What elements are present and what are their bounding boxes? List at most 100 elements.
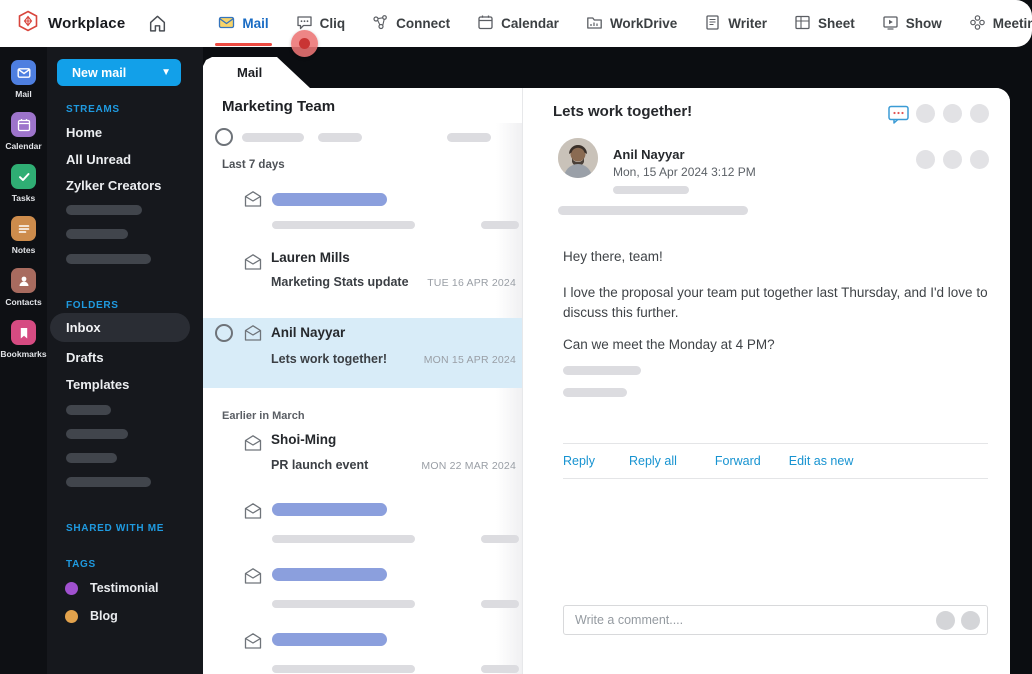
skeleton-bar bbox=[66, 254, 151, 264]
brand-name: Workplace bbox=[48, 15, 126, 32]
rail-item-bookmarks[interactable]: Bookmarks bbox=[0, 320, 47, 359]
message-action-button[interactable] bbox=[916, 104, 935, 123]
chevron-down-icon[interactable]: ▼ bbox=[161, 67, 171, 78]
message-action-button[interactable] bbox=[916, 150, 935, 169]
primary-nav: Mail Cliq Connect Calendar WorkDrive Wri… bbox=[215, 0, 1032, 47]
writer-icon bbox=[704, 14, 721, 34]
mail-sender: Anil Nayyar bbox=[271, 325, 346, 340]
skeleton-bar bbox=[272, 221, 415, 229]
mail-date: MON 22 MAR 2024 bbox=[421, 460, 516, 472]
shared-with-me-section-title[interactable]: SHARED WITH ME bbox=[66, 523, 164, 534]
rail-item-tasks[interactable]: Tasks bbox=[11, 164, 36, 203]
envelope-icon bbox=[243, 433, 263, 453]
skeleton-bar bbox=[272, 665, 415, 673]
skeleton-bar bbox=[66, 405, 111, 415]
rail-tasks-icon bbox=[11, 164, 36, 189]
sidebar-item-drafts[interactable]: Drafts bbox=[66, 350, 104, 365]
list-group-label: Earlier in March bbox=[222, 410, 305, 422]
workplace-brand[interactable]: Workplace bbox=[16, 9, 125, 38]
comment-input[interactable] bbox=[575, 606, 875, 634]
skeleton-bar bbox=[318, 133, 362, 142]
nav-connect[interactable]: Connect bbox=[372, 0, 450, 47]
skeleton-bar bbox=[66, 229, 128, 239]
list-title: Marketing Team bbox=[222, 98, 336, 115]
reply-button[interactable]: Reply bbox=[563, 454, 595, 468]
workplace-logo-icon bbox=[16, 9, 40, 38]
skeleton-bar bbox=[563, 388, 627, 397]
skeleton-bar bbox=[66, 477, 151, 487]
app-rail: Mail Calendar Tasks Notes Contacts Bookm… bbox=[0, 47, 47, 674]
message-body-paragraph: Can we meet the Monday at 4 PM? bbox=[563, 337, 775, 352]
mail-subject: Marketing Stats update bbox=[271, 275, 409, 289]
envelope-icon bbox=[243, 566, 263, 586]
nav-mail[interactable]: Mail bbox=[215, 0, 272, 47]
tags-section-title: TAGS bbox=[66, 559, 96, 570]
tab-mail[interactable]: Mail bbox=[203, 57, 310, 88]
comment-box bbox=[563, 605, 988, 635]
home-icon[interactable] bbox=[147, 13, 168, 34]
message-body-paragraph: Hey there, team! bbox=[563, 249, 663, 264]
new-mail-button[interactable]: New mail ▼ bbox=[57, 59, 181, 86]
rail-bookmarks-icon bbox=[11, 320, 36, 345]
folders-section-title: FOLDERS bbox=[66, 300, 119, 311]
skeleton-bar bbox=[481, 221, 519, 229]
skeleton-bar bbox=[242, 133, 304, 142]
edit-as-new-button[interactable]: Edit as new bbox=[789, 454, 854, 468]
message-actions: Reply Reply all Forward Edit as new bbox=[563, 454, 853, 468]
skeleton-bar bbox=[66, 453, 117, 463]
mail-select-radio[interactable] bbox=[215, 324, 233, 342]
message-datetime: Mon, 15 Apr 2024 3:12 PM bbox=[613, 165, 756, 179]
envelope-icon bbox=[243, 189, 263, 209]
sidebar-item-inbox[interactable]: Inbox bbox=[50, 313, 190, 342]
select-all-radio[interactable] bbox=[215, 128, 233, 146]
skeleton-bar bbox=[272, 535, 415, 543]
nav-writer[interactable]: Writer bbox=[704, 0, 767, 47]
nav-sheet[interactable]: Sheet bbox=[794, 0, 855, 47]
tag-testimonial[interactable]: Testimonial bbox=[65, 581, 159, 595]
reply-all-button[interactable]: Reply all bbox=[629, 454, 677, 468]
message-action-button[interactable] bbox=[970, 150, 989, 169]
skeleton-bar bbox=[613, 186, 689, 194]
skeleton-bar bbox=[66, 429, 128, 439]
mail-subject: PR launch event bbox=[271, 458, 369, 472]
nav-calendar[interactable]: Calendar bbox=[477, 0, 559, 47]
list-group-label: Last 7 days bbox=[222, 159, 285, 171]
skeleton-bar bbox=[481, 665, 519, 673]
nav-show[interactable]: Show bbox=[882, 0, 942, 47]
message-action-button[interactable] bbox=[943, 104, 962, 123]
comment-attach-button[interactable] bbox=[936, 611, 955, 630]
sidebar-item-templates[interactable]: Templates bbox=[66, 377, 129, 392]
sidebar-item-home[interactable]: Home bbox=[66, 125, 102, 140]
mail-icon bbox=[218, 14, 235, 34]
skeleton-bar bbox=[563, 366, 641, 375]
nav-workdrive[interactable]: WorkDrive bbox=[586, 0, 677, 47]
rail-contacts-icon bbox=[11, 268, 36, 293]
nav-meeting[interactable]: Meeting bbox=[969, 0, 1032, 47]
mail-list-pane: Marketing Team Last 7 days Lauren Mills … bbox=[203, 88, 523, 674]
skeleton-bar bbox=[558, 206, 748, 215]
mail-subject: Lets work together! bbox=[271, 352, 387, 366]
rail-item-calendar[interactable]: Calendar bbox=[5, 112, 42, 151]
comment-send-button[interactable] bbox=[961, 611, 980, 630]
rail-item-notes[interactable]: Notes bbox=[11, 216, 36, 255]
message-subject: Lets work together! bbox=[553, 103, 693, 120]
mail-sender: Lauren Mills bbox=[271, 250, 350, 265]
message-body-paragraph: I love the proposal your team put togeth… bbox=[563, 285, 988, 320]
mail-date: TUE 16 APR 2024 bbox=[427, 277, 516, 289]
workdrive-icon bbox=[586, 14, 603, 34]
forward-button[interactable]: Forward bbox=[715, 454, 761, 468]
envelope-icon bbox=[243, 323, 263, 343]
rail-item-mail[interactable]: Mail bbox=[11, 60, 36, 99]
sidebar-item-zylker-creators[interactable]: Zylker Creators bbox=[66, 178, 161, 193]
message-action-button[interactable] bbox=[970, 104, 989, 123]
rail-calendar-icon bbox=[11, 112, 36, 137]
comments-icon[interactable] bbox=[887, 103, 910, 131]
skeleton-bar bbox=[272, 193, 387, 206]
message-action-button[interactable] bbox=[943, 150, 962, 169]
tag-color-dot bbox=[65, 581, 78, 595]
connect-icon bbox=[372, 14, 389, 34]
tag-blog[interactable]: Blog bbox=[65, 609, 118, 623]
sidebar-item-all-unread[interactable]: All Unread bbox=[66, 152, 131, 167]
rail-item-contacts[interactable]: Contacts bbox=[5, 268, 42, 307]
mail-sender: Shoi-Ming bbox=[271, 432, 337, 447]
